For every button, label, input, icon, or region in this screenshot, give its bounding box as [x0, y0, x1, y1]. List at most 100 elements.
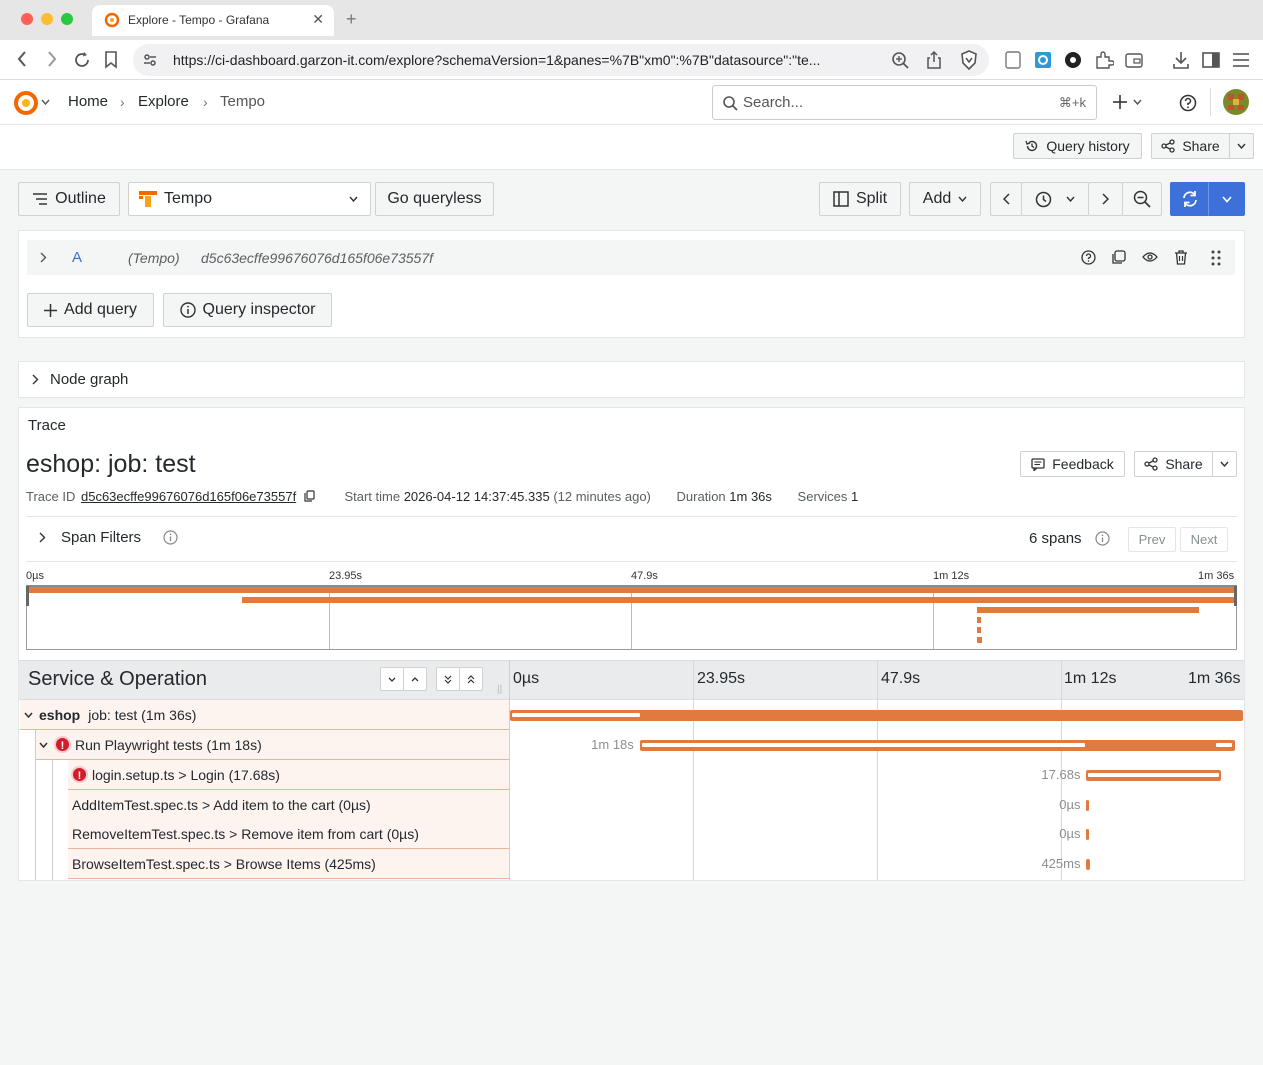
span-row-label[interactable]: BrowseItemTest.spec.ts > Browse Items (4… [68, 849, 509, 879]
chevron-down-icon[interactable] [39, 742, 48, 748]
copy-icon[interactable] [304, 490, 315, 502]
span-bar[interactable] [510, 710, 1243, 721]
maximize-window-button[interactable] [61, 13, 73, 25]
zoom-icon[interactable] [891, 51, 909, 69]
back-icon[interactable] [16, 50, 28, 68]
delete-query-trash-icon[interactable] [1174, 250, 1188, 265]
drag-handle-icon[interactable] [1211, 250, 1221, 266]
browser-tab[interactable]: Explore - Tempo - Grafana ✕ [92, 5, 334, 36]
time-back-button[interactable] [990, 182, 1022, 216]
service-operation-header: Service & Operation [28, 668, 207, 690]
span-row-label[interactable]: ! Run Playwright tests (1m 18s) [36, 730, 509, 760]
span-row-label[interactable]: eshop job: test (1m 36s) [20, 700, 509, 730]
breadcrumb-explore[interactable]: Explore [138, 93, 189, 110]
query-history-button[interactable]: Query history [1013, 133, 1142, 159]
span-operation-name: Run Playwright tests (1m 18s) [75, 736, 262, 753]
extension-2-icon[interactable] [1064, 51, 1082, 69]
reload-icon[interactable] [73, 51, 91, 69]
add-button[interactable]: Add [909, 182, 981, 216]
outline-icon [32, 192, 48, 206]
extension-1-icon[interactable] [1034, 51, 1052, 69]
start-time-label: Start time [344, 489, 401, 504]
close-window-button[interactable] [21, 13, 33, 25]
run-query-button[interactable] [1170, 182, 1209, 216]
outline-button[interactable]: Outline [18, 182, 120, 216]
minimap-handle-right[interactable] [1234, 586, 1237, 606]
next-span-button[interactable]: Next [1180, 527, 1228, 552]
minimap-gridline [631, 585, 632, 649]
expand-all-button[interactable] [459, 667, 483, 691]
extensions-puzzle-icon[interactable] [1094, 50, 1114, 70]
split-button[interactable]: Split [819, 182, 901, 216]
trace-title: eshop: job: test [26, 450, 196, 478]
refresh-interval-dropdown[interactable] [1208, 182, 1245, 216]
hide-query-eye-icon[interactable] [1142, 251, 1158, 263]
feedback-button[interactable]: Feedback [1020, 451, 1125, 477]
user-avatar[interactable] [1222, 88, 1250, 116]
site-settings-icon[interactable] [142, 52, 158, 68]
node-graph-title[interactable]: Node graph [50, 371, 128, 388]
new-plus-icon[interactable] [1112, 93, 1142, 111]
query-ref-id[interactable]: A [72, 249, 82, 266]
trace-share-dropdown[interactable] [1212, 451, 1237, 477]
expand-one-button[interactable] [403, 667, 427, 691]
span-bar[interactable] [639, 740, 1236, 751]
new-tab-button[interactable]: + [346, 9, 357, 30]
span-bar[interactable] [1086, 829, 1089, 840]
timeline-tick: 23.95s [697, 670, 746, 687]
chevron-down-icon[interactable] [24, 712, 33, 718]
chevron-right-icon[interactable] [39, 532, 46, 543]
column-divider[interactable] [509, 660, 510, 880]
prev-span-button[interactable]: Prev [1128, 527, 1176, 552]
help-icon[interactable] [1179, 94, 1197, 112]
share-dropdown-button[interactable] [1229, 133, 1254, 159]
services-label: Services [797, 489, 848, 504]
chevron-right-icon[interactable] [40, 252, 47, 263]
span-row-label[interactable]: AddItemTest.spec.ts > Add item to the ca… [68, 790, 509, 820]
browser-menu-icon[interactable] [1232, 52, 1250, 68]
sidebar-toggle-icon[interactable] [1202, 51, 1220, 69]
grafana-logo-icon[interactable] [12, 89, 40, 117]
span-bar[interactable] [1086, 770, 1222, 781]
time-forward-button[interactable] [1088, 182, 1123, 216]
datasource-picker[interactable]: Tempo [128, 182, 371, 216]
brave-shield-icon[interactable] [960, 50, 978, 70]
minimize-window-button[interactable] [41, 13, 53, 25]
span-filters-toggle[interactable]: Span Filters [61, 529, 141, 546]
forward-icon[interactable] [46, 50, 58, 68]
zoom-out-button[interactable] [1122, 182, 1162, 216]
span-row-label[interactable]: RemoveItemTest.spec.ts > Remove item fro… [68, 819, 509, 849]
share-button[interactable]: Share [1151, 133, 1230, 159]
duplicate-query-icon[interactable] [1111, 250, 1126, 265]
wallet-icon[interactable] [1125, 51, 1143, 69]
query-help-icon[interactable] [1081, 250, 1096, 265]
add-query-button[interactable]: Add query [27, 293, 154, 327]
span-operation-name: RemoveItemTest.spec.ts > Remove item fro… [72, 825, 419, 842]
chevron-right-icon[interactable] [32, 374, 39, 385]
downloads-icon[interactable] [1172, 50, 1190, 70]
close-tab-icon[interactable]: ✕ [312, 11, 324, 28]
go-queryless-button[interactable]: Go queryless [375, 182, 494, 216]
bookmark-icon[interactable] [104, 51, 118, 69]
collapse-all-button[interactable] [436, 667, 460, 691]
trace-id-link[interactable]: d5c63ecffe99676076d165f06e73557f [81, 489, 296, 504]
reader-icon[interactable] [1005, 51, 1021, 69]
trace-minimap[interactable] [26, 585, 1237, 650]
span-row-label[interactable]: ! login.setup.ts > Login (17.68s) [68, 760, 509, 790]
share-page-icon[interactable] [926, 50, 942, 70]
query-inspector-button[interactable]: Query inspector [163, 293, 332, 327]
chevron-down-icon[interactable] [41, 99, 50, 105]
time-picker-button[interactable] [1021, 182, 1089, 216]
minimap-tick: 1m 36s [1198, 570, 1235, 582]
minimap-gridline [933, 585, 934, 649]
search-placeholder: Search... [743, 94, 804, 111]
search-input[interactable]: Search... ⌘+k [712, 85, 1097, 120]
span-bar[interactable] [1086, 800, 1089, 811]
trace-share-button[interactable]: Share [1134, 451, 1213, 477]
column-resizer-handle[interactable]: || [497, 684, 502, 695]
span-bar[interactable] [1086, 859, 1090, 870]
collapse-one-button[interactable] [380, 667, 404, 691]
node-graph-panel[interactable] [18, 361, 1245, 398]
breadcrumb-home[interactable]: Home [68, 93, 108, 110]
breadcrumb-separator-icon: › [203, 94, 208, 110]
